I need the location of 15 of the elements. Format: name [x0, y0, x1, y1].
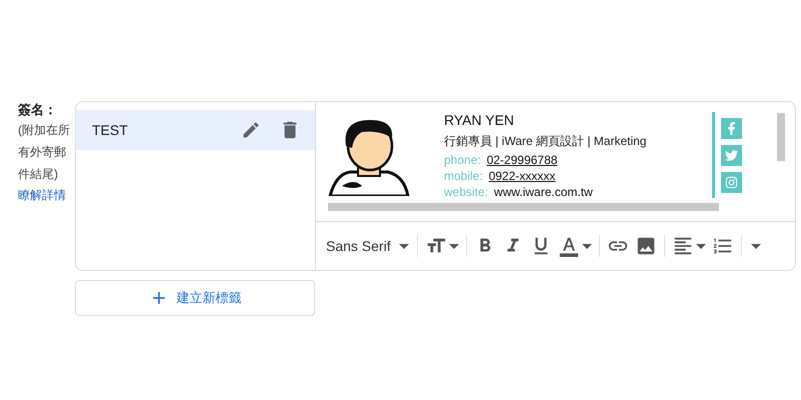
contact-value: www.iware.com.tw: [494, 184, 593, 199]
signature-name: TEST: [92, 120, 129, 140]
contact-value: 02-29996788: [486, 152, 558, 168]
signature-label: 簽名：: [18, 101, 58, 119]
job-title: 行銷專員 | iWare 網頁設計 | Marketing: [444, 133, 648, 150]
contact-label: website:: [444, 184, 488, 199]
contact-label: phone:: [444, 152, 481, 168]
contact-label: mobile:: [444, 168, 483, 184]
signature-note: (附加在所有外寄郵件結尾): [18, 122, 70, 183]
person-name: RYAN YEN: [444, 111, 516, 130]
font-select[interactable]: Sans Serif: [326, 236, 409, 256]
learn-more-link[interactable]: 瞭解詳情: [18, 185, 75, 205]
signature-item[interactable]: TEST: [76, 110, 315, 150]
contact-value: 0922-xxxxxx: [488, 168, 556, 184]
new-signature-button[interactable]: 建立新標籤: [75, 280, 315, 316]
